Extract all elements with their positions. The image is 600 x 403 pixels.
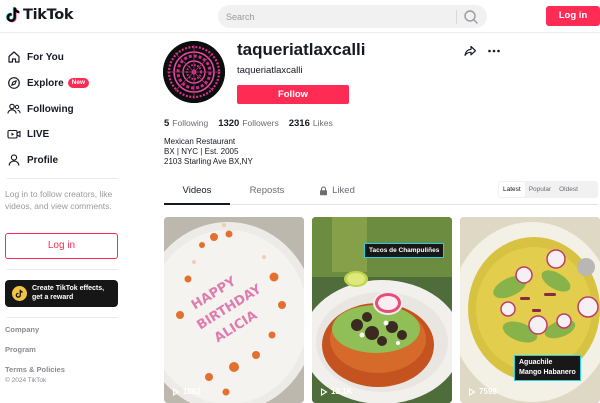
footer-link-company[interactable]: Company <box>5 325 39 334</box>
compass-icon <box>8 77 20 89</box>
avatar <box>163 41 225 103</box>
stat-followers[interactable]: 1320 Followers <box>218 118 279 129</box>
profile-username: taqueriatlaxcalli <box>237 40 366 59</box>
profile-stats: 5 Following 1320 Followers 2316 Likes <box>164 118 343 129</box>
search-bar <box>218 5 487 28</box>
view-count-value: 7598 <box>479 387 497 396</box>
sidebar-item-following[interactable]: Following <box>7 100 74 118</box>
sort-popular[interactable]: Popular <box>525 182 555 197</box>
active-tab-indicator <box>164 203 230 205</box>
live-icon <box>7 129 21 139</box>
caption-line: Aguachile <box>519 359 553 366</box>
people-icon <box>7 103 21 114</box>
sort-oldest[interactable]: Oldest <box>555 182 582 197</box>
bio-line: BX | NYC | Est. 2005 <box>164 147 239 156</box>
person-icon <box>8 154 20 166</box>
video-thumbnail[interactable]: HAPPY BIRTHDAY ALICIA 1862 <box>164 217 304 403</box>
play-icon <box>320 387 328 396</box>
logo-wordmark: TikTok <box>23 7 74 23</box>
sidebar-item-explore[interactable]: Explore New <box>7 74 90 92</box>
sidebar-login-button[interactable]: Log in <box>5 233 118 259</box>
play-icon <box>468 387 476 396</box>
sidebar-divider <box>7 317 118 318</box>
profile-bio: Mexican Restaurant BX | NYC | Est. 2005 … <box>164 137 253 167</box>
video-caption: Aguachile Mango Habanero <box>514 355 581 381</box>
view-count: 1862 <box>172 387 201 396</box>
follow-button[interactable]: Follow <box>237 85 349 104</box>
view-count-value: 13.1K <box>331 387 353 396</box>
stat-likes: 2316 Likes <box>289 118 333 129</box>
login-button[interactable]: Log in <box>546 6 600 26</box>
video-thumbnail[interactable]: Tacos de Champuliñes 13.1K <box>312 217 452 403</box>
lock-icon <box>320 186 328 196</box>
followers-label: Followers <box>242 118 279 128</box>
view-count-value: 1862 <box>183 387 201 396</box>
likes-count: 2316 <box>288 118 310 129</box>
tab-reposts[interactable]: Reposts <box>234 183 300 205</box>
view-count: 7598 <box>468 387 497 396</box>
footer-link-terms[interactable]: Terms & Policies <box>5 365 65 374</box>
sidebar-item-profile[interactable]: Profile <box>7 151 58 169</box>
sidebar-item-label: Profile <box>27 154 59 166</box>
play-icon <box>172 387 180 396</box>
sidebar-item-label: For You <box>27 51 64 63</box>
video-thumbnail[interactable]: Aguachile Mango Habanero 7598 <box>460 217 600 403</box>
bio-line: Mexican Restaurant <box>164 137 236 146</box>
create-effects-button[interactable]: Create TikTok effects, get a reward <box>5 280 118 307</box>
stat-following[interactable]: 5 Following <box>164 118 208 129</box>
following-label: Following <box>172 118 209 128</box>
copyright-text: © 2024 TikTok <box>5 377 47 384</box>
video-cover-image: HAPPY BIRTHDAY ALICIA <box>164 217 304 403</box>
new-badge: New <box>67 78 90 88</box>
effects-coin-icon <box>12 286 27 301</box>
tab-liked-label: Liked <box>332 185 355 196</box>
sidebar-item-label: Explore <box>27 77 64 89</box>
search-input[interactable] <box>226 5 451 28</box>
home-icon <box>8 51 20 63</box>
create-effects-label: Create TikTok effects, get a reward <box>32 285 105 301</box>
bio-line: 2103 Starling Ave BX,NY <box>164 157 253 166</box>
login-prompt-text: Log in to follow creators, like videos, … <box>5 189 113 211</box>
sort-latest[interactable]: Latest <box>499 182 525 197</box>
restaurant-logo-image <box>163 41 225 103</box>
view-count: 13.1K <box>320 387 352 396</box>
caption-line: Mango Habanero <box>519 369 576 376</box>
sidebar-item-label: Following <box>27 103 74 115</box>
tiktok-logo[interactable]: TikTok <box>6 7 74 23</box>
share-icon[interactable] <box>463 44 477 58</box>
tiktok-logo-icon <box>6 7 20 23</box>
likes-label: Likes <box>312 118 333 128</box>
sidebar-item-label: LIVE <box>27 128 50 140</box>
following-count: 5 <box>164 118 170 129</box>
sidebar-divider <box>7 269 118 270</box>
sidebar-divider <box>7 178 118 179</box>
sidebar-item-live[interactable]: LIVE <box>7 125 49 143</box>
top-bar: TikTok Log in <box>0 0 600 33</box>
search-icon[interactable] <box>462 8 480 26</box>
search-divider <box>456 10 457 24</box>
tab-liked[interactable]: Liked <box>304 183 370 205</box>
more-options-icon[interactable] <box>487 44 501 58</box>
video-caption: Tacos de Champuliñes <box>364 243 445 258</box>
sidebar: For You Explore New Following LIVE Profi… <box>0 33 130 403</box>
sort-toggle: Latest Popular Oldest <box>498 181 598 198</box>
footer-link-program[interactable]: Program <box>5 345 36 354</box>
sidebar-item-for-you[interactable]: For You <box>7 48 64 66</box>
followers-count: 1320 <box>218 118 240 129</box>
profile-nickname: taqueriatlaxcalli <box>237 65 303 76</box>
tab-videos[interactable]: Videos <box>164 183 230 205</box>
